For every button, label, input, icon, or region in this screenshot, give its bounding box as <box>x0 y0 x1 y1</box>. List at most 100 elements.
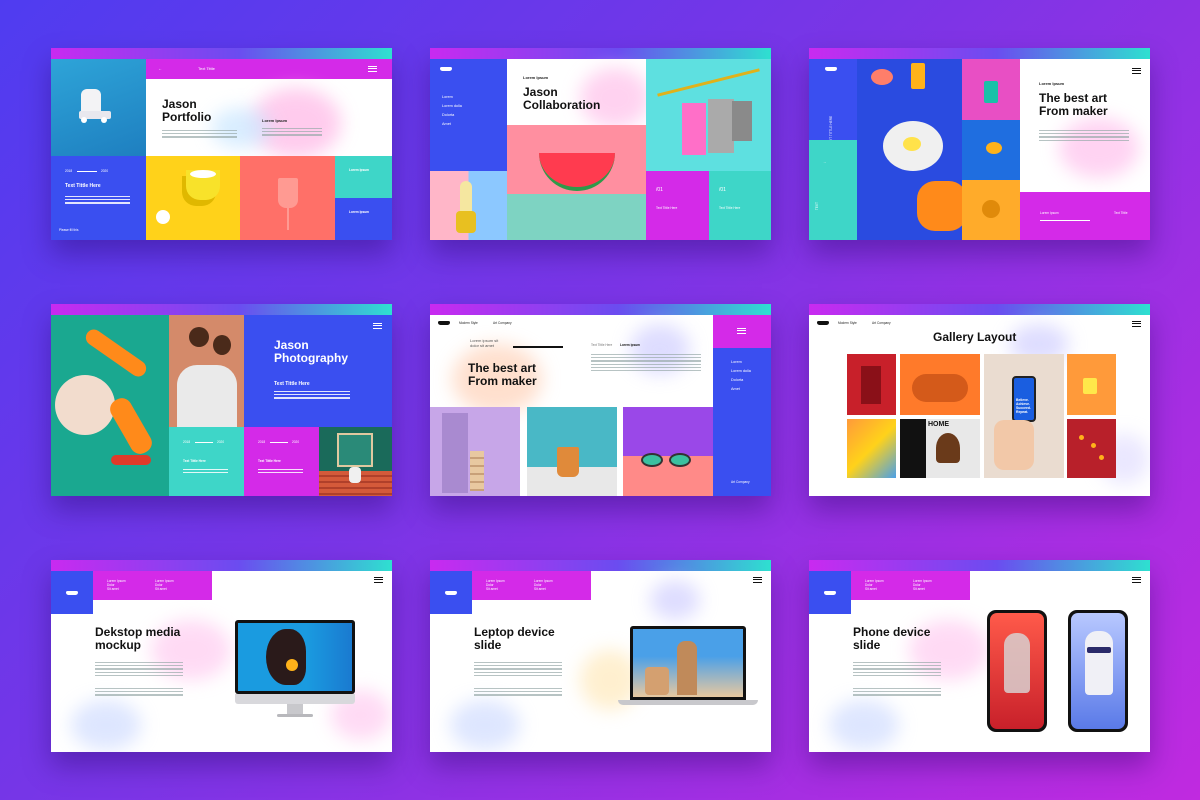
slide-best-art[interactable]: TEXT TITTLE HERE → TEXT Lorem Ipsum The … <box>809 48 1150 240</box>
menu-icon[interactable] <box>368 66 377 72</box>
slide-jason-collaboration[interactable]: Lorem Lorem dolla Dolorta Amet Lorem Ips… <box>430 48 771 240</box>
subtitle: Text Tittle Here <box>274 381 310 387</box>
box-label-2: Lorem Ipsum <box>349 210 370 214</box>
teal-card: /01 Text Tittle Here <box>709 171 771 240</box>
body-text <box>95 662 183 678</box>
mustache-logo-icon <box>817 321 829 325</box>
footer-text: Art Company <box>731 480 750 484</box>
card-number-1: /01 <box>656 187 663 193</box>
gallery-photo-red-door <box>847 354 896 415</box>
mustache-logo-icon <box>438 321 450 325</box>
column-label-2: Lorem ipsum <box>620 343 641 347</box>
photo-yellow-cup <box>146 156 240 240</box>
brand-label-2: Art Company <box>493 321 512 325</box>
year-start-2: 2018 <box>258 440 266 444</box>
mustache-logo-icon <box>66 591 78 595</box>
slide-topbar <box>809 48 1150 59</box>
teal-card: 2018 2020 Text Tittle Here <box>169 427 244 496</box>
slide-title-line2: slide <box>853 637 881 652</box>
info-card: 2018 2020 Text Tittle Here Please fill t… <box>51 156 146 240</box>
nav-item-3[interactable]: Dolorta <box>731 378 751 382</box>
pink-card: /01 Text Tittle Here <box>646 171 709 240</box>
photo-yellow-cup <box>962 180 1020 240</box>
menu-icon[interactable] <box>737 328 746 334</box>
slide-jason-photography[interactable]: Jason Photography Text Tittle Here 2018 … <box>51 304 392 496</box>
gallery-photo-home-poster: HOME <box>900 419 980 478</box>
nav-item-1[interactable]: Lorem <box>442 95 462 99</box>
back-arrow-icon[interactable]: ← <box>158 66 162 71</box>
slide-topbar <box>430 304 771 315</box>
header-band: Lorem Ipsum Dolor Sit amet Lorem Ipsum D… <box>472 571 591 600</box>
year-end-2: 2020 <box>292 440 300 444</box>
slide-title-line1: The best art <box>1039 91 1108 105</box>
mustache-logo-icon <box>825 67 837 71</box>
phone-mockup-1 <box>987 610 1047 732</box>
arrow-icon[interactable]: → <box>823 160 826 164</box>
slide-topbar <box>430 48 771 59</box>
header-col2-line3: Sit amet <box>155 587 167 592</box>
slide-jason-portfolio[interactable]: ← Text Tittle Jason Portfolio Lorem Ipsu… <box>51 48 392 240</box>
slide-title-line1: Jason <box>523 85 558 99</box>
menu-icon[interactable] <box>1132 68 1141 74</box>
photo-cup-pink <box>962 59 1020 120</box>
photo-legs-chair <box>51 315 169 496</box>
photo-stairs <box>319 427 392 496</box>
menu-icon[interactable] <box>753 577 762 583</box>
photo-coral-glass <box>240 156 335 240</box>
mustache-logo-icon <box>824 591 836 595</box>
year-start: 2018 <box>183 440 191 444</box>
desktop-monitor <box>235 620 355 694</box>
card-title-2: Text Tittle Here <box>258 459 281 463</box>
slide-title-line2: From maker <box>1039 103 1108 118</box>
nav-item-1[interactable]: Lorem <box>731 360 751 364</box>
mustache-logo-icon <box>440 67 452 71</box>
year-end: 2020 <box>101 169 109 173</box>
nav-item-2[interactable]: Lorem dolla <box>442 104 462 108</box>
logo-block <box>51 571 93 614</box>
sidebar: Lorem Lorem dolla Dolorta Amet <box>430 59 507 171</box>
nav-item-4[interactable]: Amet <box>442 122 462 126</box>
nav-item-3[interactable]: Dolorta <box>442 113 462 117</box>
kicker-2: dolor sit amet <box>470 343 495 348</box>
menu-icon[interactable] <box>1132 321 1141 327</box>
photo-purple-door <box>430 407 520 496</box>
slide-title: Gallery Layout <box>933 330 1017 344</box>
slide-title-line2: slide <box>474 637 502 652</box>
menu-icon[interactable] <box>373 323 382 329</box>
box-label-1: Lorem Ipsum <box>349 168 370 172</box>
teal-rail: → TEXT <box>809 140 857 240</box>
menu-icon[interactable] <box>1132 577 1141 583</box>
slide-laptop-mockup[interactable]: Lorem Ipsum Dolor Sit amet Lorem Ipsum D… <box>430 560 771 752</box>
slide-title-line1: Leptop device <box>474 625 555 639</box>
footer-right: Text Tittle <box>1114 211 1128 215</box>
slide-desktop-mockup[interactable]: Lorem Ipsum Dolor Sit amet Lorem Ipsum D… <box>51 560 392 752</box>
nav-item-2[interactable]: Lorem dolla <box>731 369 751 373</box>
body-text <box>162 130 237 140</box>
menu-icon[interactable] <box>374 577 383 583</box>
slide-title-line2: Portfolio <box>162 109 212 124</box>
slide-best-art-2[interactable]: Modern Style Art Company Lorem ipsum sit… <box>430 304 771 496</box>
body-text <box>474 662 562 678</box>
slide-title-line1: Dekstop media <box>95 625 181 639</box>
slide-topbar <box>51 560 392 571</box>
nav-item-4[interactable]: Amet <box>731 387 751 391</box>
gallery-photo-yellow-orange <box>1067 354 1116 415</box>
body-text <box>591 354 701 373</box>
year-start: 2018 <box>65 169 73 173</box>
pink-header <box>713 315 771 348</box>
slide-topbar <box>430 560 771 571</box>
slide-title-line2: From maker <box>468 373 537 388</box>
header-col1-line3: Sit amet <box>107 587 119 592</box>
pink-card: 2018 2020 Text Tittle Here <box>244 427 319 496</box>
slide-phone-mockup[interactable]: Lorem Ipsum Dolor Sit amet Lorem Ipsum D… <box>809 560 1150 752</box>
gallery-photo-red-dots <box>1067 419 1116 478</box>
column-label-1: Text Tittle Here <box>591 343 613 347</box>
card-caption-2: Text Tittle Here <box>719 206 741 210</box>
laptop-screen <box>630 626 746 700</box>
body-text-2 <box>853 688 941 698</box>
phone-screen-text: Believe. Achieve. Succeed. Repeat. <box>1016 398 1031 414</box>
header-band: Lorem Ipsum Dolor Sit amet Lorem Ipsum D… <box>851 571 970 600</box>
slide-gallery-layout[interactable]: Modern Style Art Company Gallery Layout … <box>809 304 1150 496</box>
kicker: Lorem Ipsum <box>523 75 549 80</box>
phone-mockup-2 <box>1068 610 1128 732</box>
